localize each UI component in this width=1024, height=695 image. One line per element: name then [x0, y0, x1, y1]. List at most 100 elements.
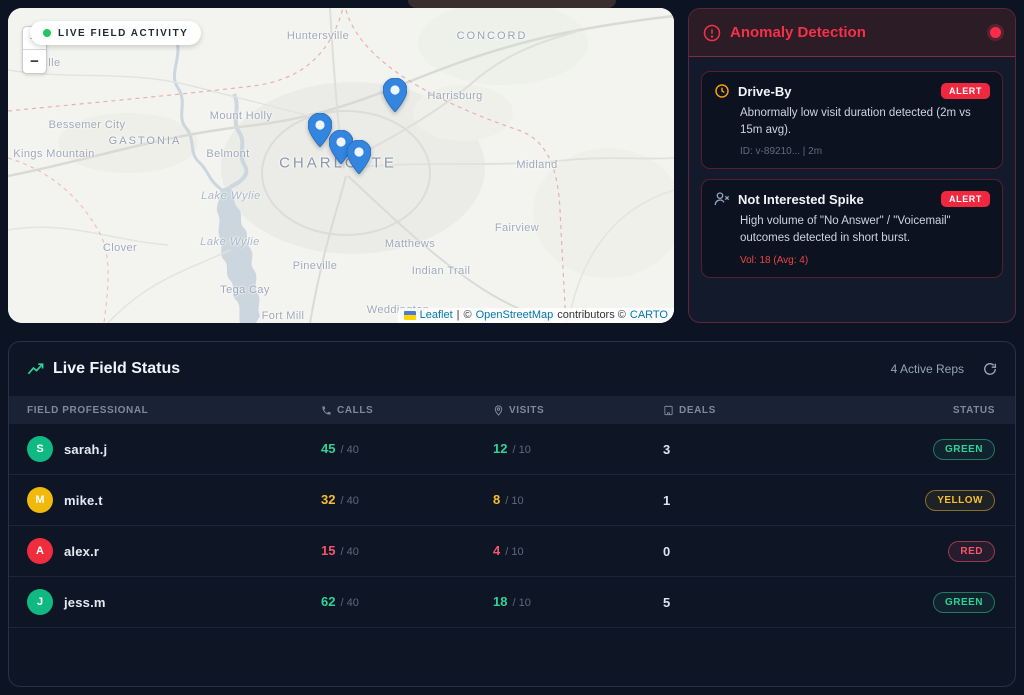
calls-value: 15 [321, 543, 335, 558]
column-label: FIELD PROFESSIONAL [27, 405, 148, 416]
rep-cell: Jjess.m [27, 589, 321, 615]
map-attribution: Leaflet | © OpenStreetMap contributors ©… [398, 308, 674, 323]
status-badge: YELLOW [925, 490, 995, 511]
alert-card-header: Drive-By ALERT [714, 83, 990, 99]
deals-value: 0 [663, 544, 948, 559]
live-field-status-panel: Live Field Status 4 Active Reps FIELD PR… [8, 341, 1016, 687]
rep-name: alex.r [64, 544, 99, 559]
live-dot-icon [43, 29, 51, 37]
anomaly-panel-title: Anomaly Detection [730, 24, 981, 41]
map-pin-icon [493, 405, 504, 416]
column-label: STATUS [953, 405, 995, 416]
zoom-out-button[interactable]: − [23, 50, 46, 73]
deals-value: 1 [663, 493, 925, 508]
calls-target: / 40 [340, 546, 358, 558]
visits-value: 12 [493, 441, 507, 456]
map-marker-icon[interactable] [383, 78, 407, 112]
anomaly-panel-header: Anomaly Detection [689, 9, 1015, 57]
alert-card-header: Not Interested Spike ALERT [714, 191, 990, 207]
deals-value: 5 [663, 595, 933, 610]
attribution-separator: | [457, 309, 460, 321]
clock-icon [714, 83, 730, 99]
visits-value: 8 [493, 492, 500, 507]
map-tiles [8, 8, 674, 323]
table-header-row: FIELD PROFESSIONAL CALLS VISITS DEALS ST… [9, 396, 1015, 424]
avatar: A [27, 538, 53, 564]
avatar: S [27, 436, 53, 462]
rep-name: sarah.j [64, 442, 107, 457]
table-row[interactable]: Mmike.t32/ 408/ 101YELLOW [9, 475, 1015, 526]
alert-badge: ALERT [941, 83, 990, 99]
status-badge: GREEN [933, 439, 995, 460]
visits-cell: 4/ 10 [493, 542, 663, 560]
building-icon [663, 405, 674, 416]
carto-link[interactable]: CARTO [630, 309, 668, 321]
alert-title: Not Interested Spike [738, 192, 933, 207]
alert-description: Abnormally low visit duration detected (… [740, 105, 990, 138]
anomaly-alert-list: Drive-By ALERT Abnormally low visit durati… [689, 57, 1015, 292]
calls-value: 32 [321, 492, 335, 507]
status-panel-title: Live Field Status [53, 360, 882, 378]
calls-value: 45 [321, 441, 335, 456]
alert-title: Drive-By [738, 84, 933, 99]
table-row[interactable]: Jjess.m62 / 40 18 / 10 5GREEN [9, 577, 1015, 628]
column-label: VISITS [509, 405, 544, 416]
status-badge: RED [948, 541, 995, 562]
column-label: DEALS [679, 405, 716, 416]
ukraine-flag-icon [404, 311, 416, 320]
visits-target: / 10 [512, 597, 530, 609]
visits-cell: 12 / 10 [493, 440, 663, 458]
refresh-button[interactable] [983, 362, 997, 376]
rep-cell: Mmike.t [27, 487, 321, 513]
attribution-copy: © [463, 309, 471, 321]
openstreetmap-link[interactable]: OpenStreetMap [476, 309, 554, 321]
live-field-activity-badge: LIVE FIELD ACTIVITY [30, 21, 201, 45]
visits-cell: 18 / 10 [493, 593, 663, 611]
leaflet-link[interactable]: Leaflet [420, 309, 453, 321]
calls-cell: 62 / 40 [321, 593, 493, 611]
column-visits: VISITS [493, 405, 663, 416]
user-x-icon [714, 191, 730, 207]
rep-name: mike.t [64, 493, 103, 508]
status-panel-titlebar: Live Field Status 4 Active Reps [9, 342, 1015, 396]
live-map[interactable]: villeHuntersvilleCONCORDHarrisburgMount … [8, 8, 674, 323]
calls-target: / 40 [340, 597, 358, 609]
alert-pulse-dot-icon [990, 27, 1001, 38]
live-badge-label: LIVE FIELD ACTIVITY [58, 28, 188, 39]
alert-badge: ALERT [941, 191, 990, 207]
active-reps-count: 4 Active Reps [891, 362, 964, 376]
refresh-icon [983, 362, 997, 376]
anomaly-alert-card: Not Interested Spike ALERT High volume of … [701, 179, 1003, 277]
map-marker-icon[interactable] [347, 140, 371, 174]
visits-target: / 10 [505, 495, 523, 507]
column-label: CALLS [337, 405, 373, 416]
anomaly-alert-card: Drive-By ALERT Abnormally low visit durati… [701, 71, 1003, 169]
visits-target: / 10 [512, 444, 530, 456]
calls-target: / 40 [340, 444, 358, 456]
table-row[interactable]: Ssarah.j45/ 4012/ 103GREEN [9, 424, 1015, 475]
column-calls: CALLS [321, 405, 493, 416]
column-field-professional: FIELD PROFESSIONAL [27, 405, 321, 416]
calls-value: 62 [321, 594, 335, 609]
alert-meta: Vol: 18 (Avg: 4) [740, 255, 990, 266]
calls-cell: 32/ 40 [321, 491, 493, 509]
visits-value: 18 [493, 594, 507, 609]
alert-circle-icon [703, 24, 721, 42]
deals-value: 3 [663, 442, 933, 457]
calls-cell: 45 / 40 [321, 440, 493, 458]
visits-cell: 8 / 10 [493, 491, 663, 509]
table-body: Ssarah.j45/ 4012/ 103GREENMmike.t32/ 408… [9, 424, 1015, 628]
table-row[interactable]: Aalex.r15/ 404/ 100RED [9, 526, 1015, 577]
rep-cell: Aalex.r [27, 538, 321, 564]
status-badge: GREEN [933, 592, 995, 613]
visits-value: 4 [493, 543, 500, 558]
avatar: J [27, 589, 53, 615]
rep-cell: Ssarah.j [27, 436, 321, 462]
anomaly-detection-panel: Anomaly Detection Drive-By ALERT Abnormall… [688, 8, 1016, 323]
calls-cell: 15 / 40 [321, 542, 493, 560]
top-toast [408, 0, 616, 8]
alert-description: High volume of "No Answer" / "Voicemail"… [740, 213, 990, 246]
attribution-contrib: contributors © [557, 309, 626, 321]
avatar: M [27, 487, 53, 513]
column-status: STATUS [953, 405, 995, 416]
